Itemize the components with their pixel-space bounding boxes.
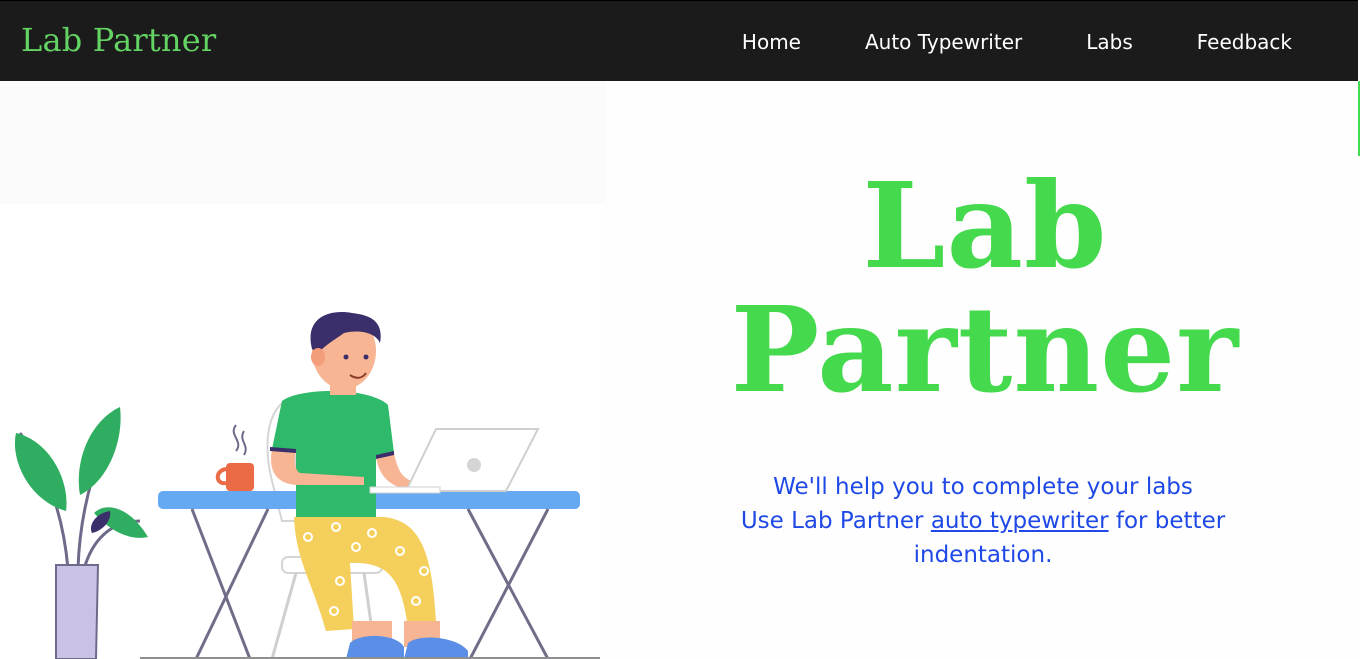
person-working-at-laptop-illustration bbox=[14, 312, 600, 659]
brand-logo-link[interactable]: Lab Partner bbox=[21, 21, 216, 59]
hero-title: Lab Partner bbox=[700, 164, 1270, 412]
hero-illustration bbox=[0, 81, 606, 659]
tagline-line-2: Use Lab Partner auto typewriter for bett… bbox=[700, 504, 1266, 572]
tagline-prefix: Use Lab Partner bbox=[740, 508, 931, 534]
auto-typewriter-link[interactable]: auto typewriter bbox=[931, 508, 1109, 534]
nav-link-auto-typewriter[interactable]: Auto Typewriter bbox=[865, 30, 1022, 54]
hero-title-line-1: Lab bbox=[862, 156, 1108, 295]
navbar: Lab Partner Home Auto Typewriter Labs Fe… bbox=[0, 0, 1358, 81]
hero-title-line-2: Partner bbox=[730, 280, 1240, 419]
nav-menu: Home Auto Typewriter Labs Feedback bbox=[678, 30, 1292, 54]
nav-link-feedback[interactable]: Feedback bbox=[1197, 30, 1292, 54]
coffee-mug-icon bbox=[215, 424, 254, 491]
tagline-line-1: We'll help you to complete your labs bbox=[773, 474, 1193, 500]
nav-link-home[interactable]: Home bbox=[742, 30, 801, 54]
hero-tagline: We'll help you to complete your labs Use… bbox=[700, 470, 1266, 572]
potted-plant-icon bbox=[14, 407, 148, 659]
nav-link-labs[interactable]: Labs bbox=[1086, 30, 1133, 54]
